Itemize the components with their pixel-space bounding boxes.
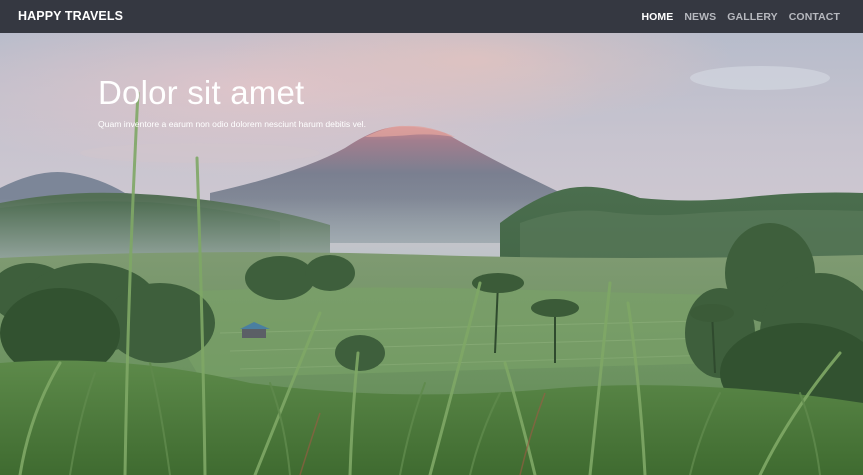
hero-text-block: Dolor sit amet Quam inventore a earum no… [98, 75, 366, 130]
nav-link-home[interactable]: HOME [641, 11, 673, 23]
nav-link-news[interactable]: NEWS [684, 11, 716, 23]
brand-logo[interactable]: HAPPY TRAVELS [18, 0, 123, 33]
top-navbar: HAPPY TRAVELS HOME NEWS GALLERY CONTACT [0, 0, 863, 33]
hero-title: Dolor sit amet [98, 74, 305, 111]
page: HAPPY TRAVELS HOME NEWS GALLERY CONTACT [0, 0, 863, 475]
hero-section: Dolor sit amet Quam inventore a earum no… [0, 33, 863, 475]
nav-link-gallery[interactable]: GALLERY [727, 11, 777, 23]
nav-link-contact[interactable]: CONTACT [789, 11, 840, 23]
hero-subtitle: Quam inventore a earum non odio dolorem … [98, 119, 366, 129]
nav-menu: HOME NEWS GALLERY CONTACT [641, 0, 840, 33]
